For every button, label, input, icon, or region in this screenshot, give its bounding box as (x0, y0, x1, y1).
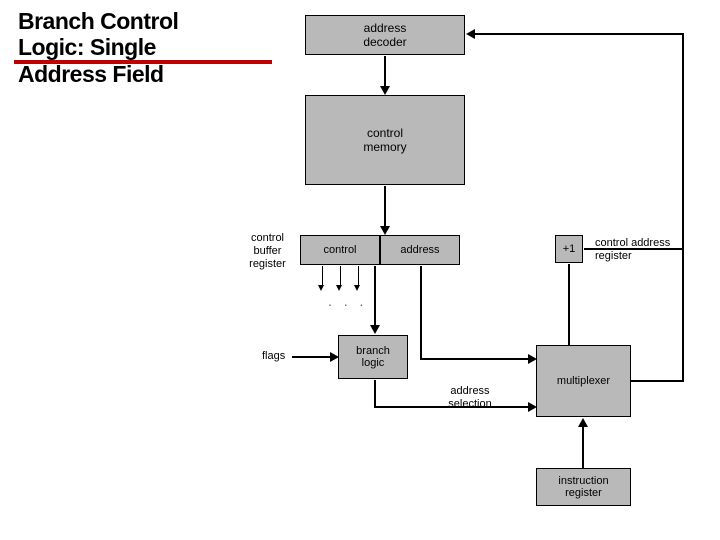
label-address-decoder: address decoder (363, 21, 406, 49)
ctrl-out-1h (318, 285, 324, 291)
title-underline (14, 60, 272, 64)
line-ctrl-to-branch-v (374, 266, 376, 326)
block-control-memory: control memory (305, 95, 465, 185)
line-mux-to-plus1 (568, 264, 570, 345)
ctrl-out-3h (354, 285, 360, 291)
dots-control-output: . . . (328, 293, 367, 309)
title-line-1: Branch Control (18, 8, 178, 34)
block-branch-logic: branch logic (338, 335, 408, 379)
label-address-selection: address selection (435, 385, 505, 411)
line-car-right (584, 248, 684, 250)
line-mux-up-to-car (682, 250, 684, 382)
arrow-memory-to-buffer (384, 186, 386, 226)
arrowhead-into-decoder (466, 29, 475, 39)
arrowhead-ir-to-mux (578, 418, 588, 427)
label-control-address-register: control address register (595, 237, 695, 263)
label-branch-logic: branch logic (356, 345, 390, 369)
line-addr-to-mux-h (420, 358, 530, 360)
block-instruction-register: instruction register (536, 468, 631, 506)
block-plus-one: +1 (555, 235, 583, 263)
ctrl-out-2 (340, 266, 341, 286)
arrowhead-ctrl-to-branch (370, 325, 380, 334)
arrowhead-decoder-to-memory (380, 86, 390, 95)
label-flags: flags (262, 350, 285, 363)
line-feedback-top (474, 33, 684, 35)
line-mux-right (631, 380, 684, 382)
line-addr-to-mux-v (420, 266, 422, 360)
block-control-field: control (300, 235, 380, 265)
page-title: Branch Control Logic: Single Address Fie… (18, 8, 178, 87)
block-address-field: address (380, 235, 460, 265)
label-control-field: control (323, 244, 356, 256)
arrowhead-memory-to-buffer (380, 226, 390, 235)
block-multiplexer: multiplexer (536, 345, 631, 417)
label-instruction-register: instruction register (558, 475, 608, 499)
ctrl-out-1 (322, 266, 323, 286)
title-line-2: Logic: Single (18, 34, 156, 60)
label-plus-one: +1 (563, 243, 576, 255)
label-address-field: address (400, 244, 439, 256)
label-control-buffer-register: control buffer register (240, 232, 295, 272)
title-line-3: Address Field (18, 61, 164, 87)
diagram-canvas: address decoder control memory control b… (250, 0, 720, 540)
line-branch-down (374, 380, 376, 408)
block-address-decoder: address decoder (305, 15, 465, 55)
line-ir-to-mux (582, 426, 584, 468)
ctrl-out-2h (336, 285, 342, 291)
label-control-memory: control memory (363, 126, 406, 154)
line-feedback-up (682, 33, 684, 250)
line-flags (292, 356, 332, 358)
label-multiplexer: multiplexer (557, 375, 610, 387)
ctrl-out-3 (358, 266, 359, 286)
arrow-decoder-to-memory (384, 56, 386, 86)
